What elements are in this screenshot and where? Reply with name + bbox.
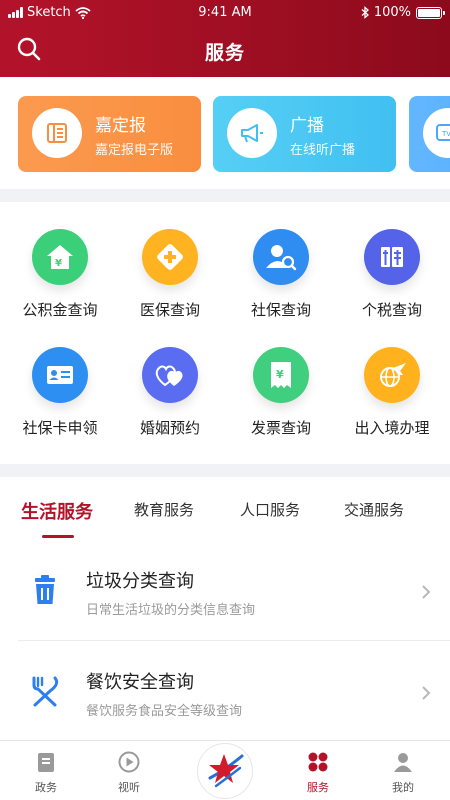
globe-plane-icon [380,363,406,387]
promo-card-newspaper[interactable]: 嘉定报 嘉定报电子版 [18,96,201,172]
promo-title: 广播 [290,116,324,136]
promo-icon-wrap [32,108,82,158]
page-title: 服务 [204,42,245,64]
trash-icon [35,575,55,604]
service-label: 发票查询 [250,419,311,437]
promo-carousel[interactable]: 嘉定报 嘉定报电子版 广播 在线听广播 TV [0,77,450,189]
service-label: 个税查询 [361,301,422,319]
bluetooth-icon [361,6,369,19]
section-divider [0,464,450,477]
service-label: 医保查询 [139,301,200,319]
status-bar: Sketch 9:41 AM 100% [0,5,450,21]
svg-text:¥: ¥ [276,368,284,381]
promo-card-radio[interactable]: 广播 在线听广播 [213,96,396,172]
promo-icon-wrap: TV [423,108,450,158]
battery-label: 100% [373,5,411,20]
medical-cross-icon [157,244,183,270]
invoice-icon: ¥ [271,362,291,388]
service-grid: ¥ 公积金查询 医保查询 社保查询 个税查询 社保卡申领 婚姻预约 ¥ 发票查询… [0,202,450,464]
section-divider [0,189,450,202]
tab-life-services[interactable]: 生活服务 [21,498,93,524]
play-icon [118,751,140,773]
center-logo-button[interactable] [197,743,253,799]
star-logo-icon [208,754,244,788]
list-item-subtitle: 餐饮服务食品安全等级查询 [86,704,243,719]
active-tab-indicator [42,535,74,538]
list-item-garbage[interactable]: 垃圾分类查询 日常生活垃圾的分类信息查询 [0,543,450,645]
service-label: 出入境办理 [354,419,430,437]
tab-icon-wrap [392,751,414,773]
bottom-tab-services[interactable]: 服务 [283,751,353,795]
tab-label: 政务 [35,781,57,794]
promo-title: 嘉定报 [95,116,146,136]
list-item-food-safety[interactable]: 餐饮安全查询 餐饮服务食品安全等级查询 [0,644,450,746]
battery-icon [416,6,445,19]
service-icon-wrap [142,347,198,403]
service-icon-wrap: ¥ [253,347,309,403]
document-icon [38,753,54,772]
service-income-tax[interactable]: 个税查询 [336,229,448,320]
status-right: 100% [361,5,445,20]
category-tabs: 生活服务 教育服务 人口服务 交通服务 [0,477,450,543]
tv-icon: TV [436,124,450,141]
list-item-title: 垃圾分类查询 [86,571,194,592]
person-search-icon [266,245,297,271]
service-immigration[interactable]: 出入境办理 [336,347,448,438]
service-icon-wrap: ¥ [32,229,88,285]
service-icon-wrap [364,347,420,403]
promo-icon-wrap [227,108,277,158]
service-label: 社保查询 [250,301,311,319]
service-marriage[interactable]: 婚姻预约 [114,347,226,438]
list-divider [18,640,450,641]
svg-text:TV: TV [441,130,450,138]
tax-icon [381,247,403,267]
list-item-subtitle: 日常生活垃圾的分类信息查询 [86,603,256,618]
service-label: 公积金查询 [22,301,98,319]
service-icon-wrap [253,229,309,285]
tab-population[interactable]: 人口服务 [240,499,300,520]
tab-icon-wrap [307,751,329,773]
promo-subtitle: 在线听广播 [290,143,356,158]
tab-icon-wrap [35,751,57,773]
hearts-icon [155,365,183,387]
tab-label: 视听 [118,781,140,794]
service-icon-wrap [142,229,198,285]
tab-icon-wrap [118,751,140,773]
promo-subtitle: 嘉定报电子版 [95,143,174,158]
service-invoice[interactable]: ¥ 发票查询 [225,347,337,438]
tab-traffic[interactable]: 交通服务 [344,499,404,520]
service-icon-wrap [32,347,88,403]
newspaper-icon [47,123,67,143]
service-medical[interactable]: 医保查询 [114,229,226,320]
tab-label: 服务 [307,781,329,794]
svg-text:¥: ¥ [55,258,62,269]
id-card-icon [47,366,73,384]
bottom-tab-media[interactable]: 视听 [94,751,164,795]
profile-icon [394,753,412,772]
header: Sketch 9:41 AM 100% 服务 [0,0,450,77]
promo-card-tv[interactable]: TV [409,96,450,172]
service-label: 婚姻预约 [139,419,200,437]
service-housing-fund[interactable]: ¥ 公积金查询 [4,229,116,320]
fork-knife-icon [32,676,59,707]
service-ss-card[interactable]: 社保卡申领 [4,347,116,438]
service-social-security[interactable]: 社保查询 [225,229,337,320]
bottom-tab-government[interactable]: 政务 [11,751,81,795]
chevron-right-icon [422,686,431,700]
service-icon-wrap [364,229,420,285]
service-label: 社保卡申领 [22,419,98,437]
tab-label: 我的 [392,781,414,794]
chevron-right-icon [422,585,431,599]
house-yen-icon: ¥ [47,245,73,269]
services-icon [308,752,328,772]
tab-education[interactable]: 教育服务 [134,499,194,520]
megaphone-icon [241,124,263,143]
bottom-tab-profile[interactable]: 我的 [368,751,438,795]
list-item-title: 餐饮安全查询 [86,672,194,693]
